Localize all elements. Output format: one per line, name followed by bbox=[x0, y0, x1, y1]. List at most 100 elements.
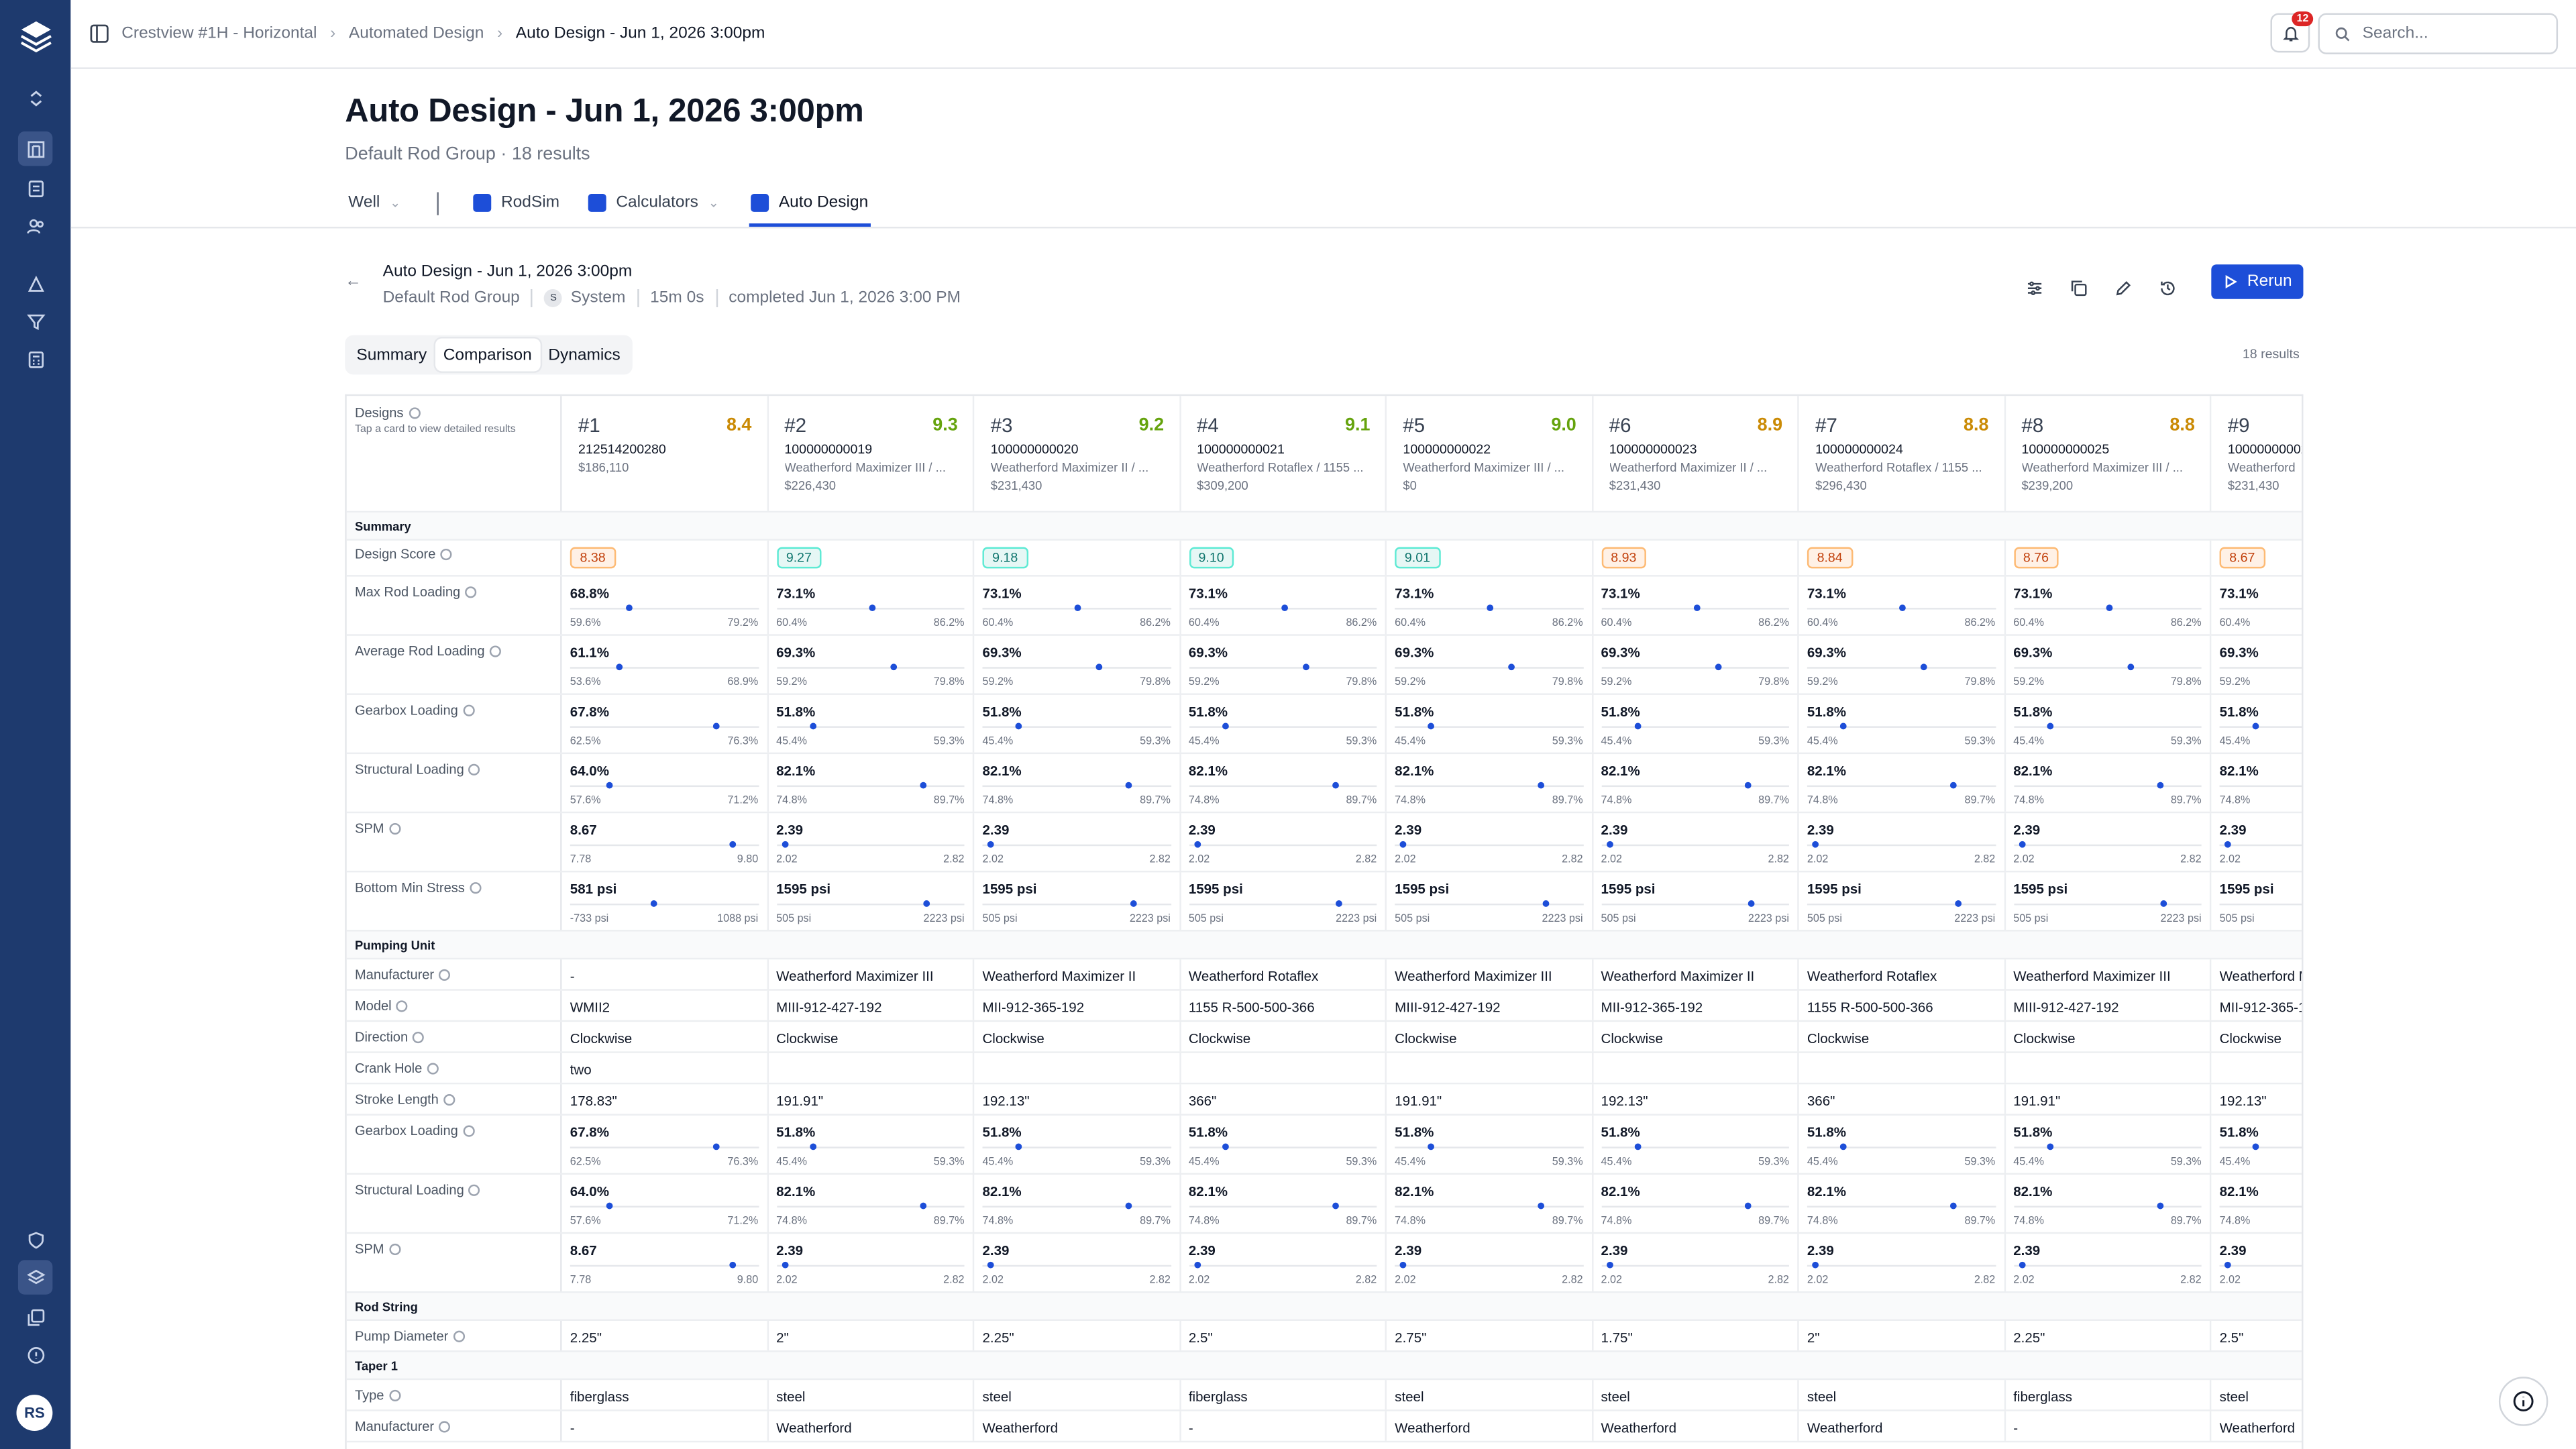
info-icon[interactable] bbox=[388, 1389, 400, 1401]
history-icon[interactable] bbox=[2151, 271, 2184, 304]
info-icon[interactable] bbox=[443, 1094, 455, 1106]
grid-cell: 9.27 bbox=[768, 540, 975, 576]
design-card[interactable]: #6 8.9 100000000023 Weatherford Maximizer I… bbox=[1593, 396, 1799, 511]
metric-value: 69.3% bbox=[1395, 644, 1434, 661]
shield-icon[interactable] bbox=[18, 1222, 52, 1256]
grid-cell: 69.3%59.2%79.8% bbox=[2211, 636, 2302, 694]
range-max: 79.2% bbox=[727, 617, 759, 629]
range-track bbox=[2013, 785, 2202, 788]
info-icon[interactable] bbox=[396, 1000, 409, 1012]
design-card[interactable]: #5 9.0 100000000022 Weatherford Maximizer I… bbox=[1387, 396, 1593, 511]
view-dynamics[interactable]: Dynamics bbox=[540, 338, 629, 371]
row-label: Model bbox=[347, 990, 562, 1020]
info-icon[interactable] bbox=[465, 586, 477, 598]
range-max: 59.3% bbox=[1140, 736, 1171, 748]
range-min: 45.4% bbox=[1807, 736, 1838, 748]
design-card[interactable]: #1 8.4 212514200280 $186,110 bbox=[562, 396, 768, 511]
range-max: 79.8% bbox=[2170, 676, 2202, 689]
range-track bbox=[570, 1146, 759, 1148]
users-nav-icon[interactable] bbox=[18, 209, 52, 243]
wells-nav-icon[interactable] bbox=[17, 131, 53, 166]
grid-cell: 82.1% 74.8% 89.7% bbox=[1593, 1175, 1799, 1232]
info-icon[interactable] bbox=[470, 882, 482, 894]
settings-sliders-icon[interactable] bbox=[2017, 271, 2050, 304]
app-logo-icon[interactable] bbox=[18, 18, 54, 54]
row-label: Max Rod Loading bbox=[347, 576, 562, 635]
breadcrumb-well[interactable]: Crestview #1H - Horizontal bbox=[121, 25, 317, 43]
info-icon[interactable] bbox=[413, 1031, 425, 1044]
tab-auto-design-label: Auto Design bbox=[778, 193, 869, 212]
info-icon[interactable] bbox=[388, 1243, 400, 1256]
tab-auto-design[interactable]: Auto Design bbox=[751, 193, 869, 212]
metric-value: 51.8% bbox=[1188, 1124, 1228, 1140]
sidebar-toggle-icon[interactable] bbox=[89, 23, 110, 44]
range-marker bbox=[1126, 782, 1133, 789]
info-icon[interactable] bbox=[469, 1184, 481, 1196]
user-avatar[interactable]: RS bbox=[16, 1395, 53, 1432]
grid-cell bbox=[1593, 1053, 1799, 1083]
design-card[interactable]: #3 9.2 100000000020 Weatherford Maximizer I… bbox=[974, 396, 1181, 511]
info-icon[interactable] bbox=[408, 407, 420, 419]
info-icon[interactable] bbox=[388, 822, 400, 835]
search-input[interactable]: Search... bbox=[2318, 13, 2559, 54]
info-icon[interactable] bbox=[440, 548, 452, 561]
cell-text: 191.91" bbox=[1395, 1092, 1442, 1110]
range-track bbox=[570, 903, 759, 906]
calculator-nav-icon[interactable] bbox=[18, 341, 52, 376]
design-card[interactable]: #4 9.1 100000000021 Weatherford Rotaflex / … bbox=[1181, 396, 1387, 511]
back-arrow-icon[interactable]: ← bbox=[345, 273, 361, 291]
metric-value: 51.8% bbox=[776, 1124, 816, 1140]
design-card[interactable]: #8 8.8 100000000025 Weatherford Maximizer I… bbox=[2005, 396, 2212, 511]
range-min: 2.02 bbox=[1188, 1275, 1210, 1287]
design-user: System bbox=[570, 289, 626, 307]
info-icon[interactable] bbox=[453, 1330, 465, 1342]
metric-row-gearbox: Gearbox Loading 67.8% 62.5% 76.3% 51.8% 45.4%… bbox=[346, 1115, 2302, 1175]
range-max: 9.80 bbox=[737, 1275, 759, 1287]
tab-calculators[interactable]: Calculators ⌄ bbox=[588, 193, 719, 212]
design-card[interactable]: #9 100000000026 Weatherford $231,430 bbox=[2211, 396, 2302, 511]
info-button[interactable] bbox=[2498, 1377, 2548, 1426]
metric-value: 51.8% bbox=[1807, 1124, 1847, 1140]
notifications-button[interactable]: 12 bbox=[2270, 11, 2314, 53]
pump-nav-icon[interactable] bbox=[18, 266, 52, 301]
range-min: 59.2% bbox=[1188, 676, 1220, 689]
range-marker bbox=[1813, 841, 1819, 848]
info-icon[interactable] bbox=[427, 1063, 439, 1075]
design-card[interactable]: #2 9.3 100000000019 Weatherford Maximizer I… bbox=[768, 396, 975, 511]
rerun-button[interactable]: Rerun bbox=[2211, 264, 2304, 299]
range-min: 505 psi bbox=[1601, 913, 1636, 925]
metric-value: 69.3% bbox=[1188, 644, 1228, 661]
range-min: 74.8% bbox=[776, 1216, 807, 1228]
layers-icon[interactable] bbox=[17, 1260, 53, 1295]
info-icon[interactable] bbox=[439, 1421, 451, 1433]
breadcrumb-automated-design[interactable]: Automated Design bbox=[349, 25, 484, 43]
grid-cell: 51.8%45.4%59.3% bbox=[2211, 695, 2302, 753]
cell-text: MII-912-365-192 bbox=[1601, 998, 1703, 1016]
grid-cell: 69.3%59.2%79.8% bbox=[1387, 635, 1593, 694]
duplicate-icon[interactable] bbox=[2061, 271, 2094, 304]
edit-pencil-icon[interactable] bbox=[2106, 271, 2139, 304]
documents-nav-icon[interactable] bbox=[18, 171, 52, 205]
help-icon[interactable] bbox=[18, 1337, 52, 1371]
info-icon[interactable] bbox=[463, 1125, 475, 1137]
view-summary[interactable]: Summary bbox=[348, 338, 435, 371]
cell-text: 1.75" bbox=[1601, 1329, 1633, 1346]
info-icon[interactable] bbox=[489, 645, 502, 657]
range-track bbox=[776, 1205, 965, 1208]
comparison-grid[interactable]: Designs Tap a card to view detailed resul… bbox=[345, 394, 2304, 1449]
info-icon[interactable] bbox=[463, 704, 475, 716]
tab-well[interactable]: Well ⌄ bbox=[348, 194, 400, 212]
info-icon[interactable] bbox=[469, 763, 481, 775]
copy-nav-icon[interactable] bbox=[18, 1299, 52, 1334]
range-marker bbox=[713, 1143, 720, 1150]
rerun-label: Rerun bbox=[2247, 272, 2292, 291]
grid-cell: 2.39 2.02 2.82 bbox=[1799, 813, 2005, 871]
metric-value: 73.1% bbox=[1395, 584, 1434, 602]
grid-cell: MII-912-365-192 bbox=[974, 990, 1181, 1020]
filter-nav-icon[interactable] bbox=[18, 304, 52, 338]
info-icon[interactable] bbox=[439, 969, 451, 981]
design-card[interactable]: #7 8.8 100000000024 Weatherford Rotaflex / … bbox=[1799, 396, 2005, 511]
tab-rodsim[interactable]: RodSim bbox=[473, 193, 559, 212]
view-comparison[interactable]: Comparison bbox=[435, 338, 541, 372]
workspace-switcher-icon[interactable] bbox=[18, 80, 52, 115]
